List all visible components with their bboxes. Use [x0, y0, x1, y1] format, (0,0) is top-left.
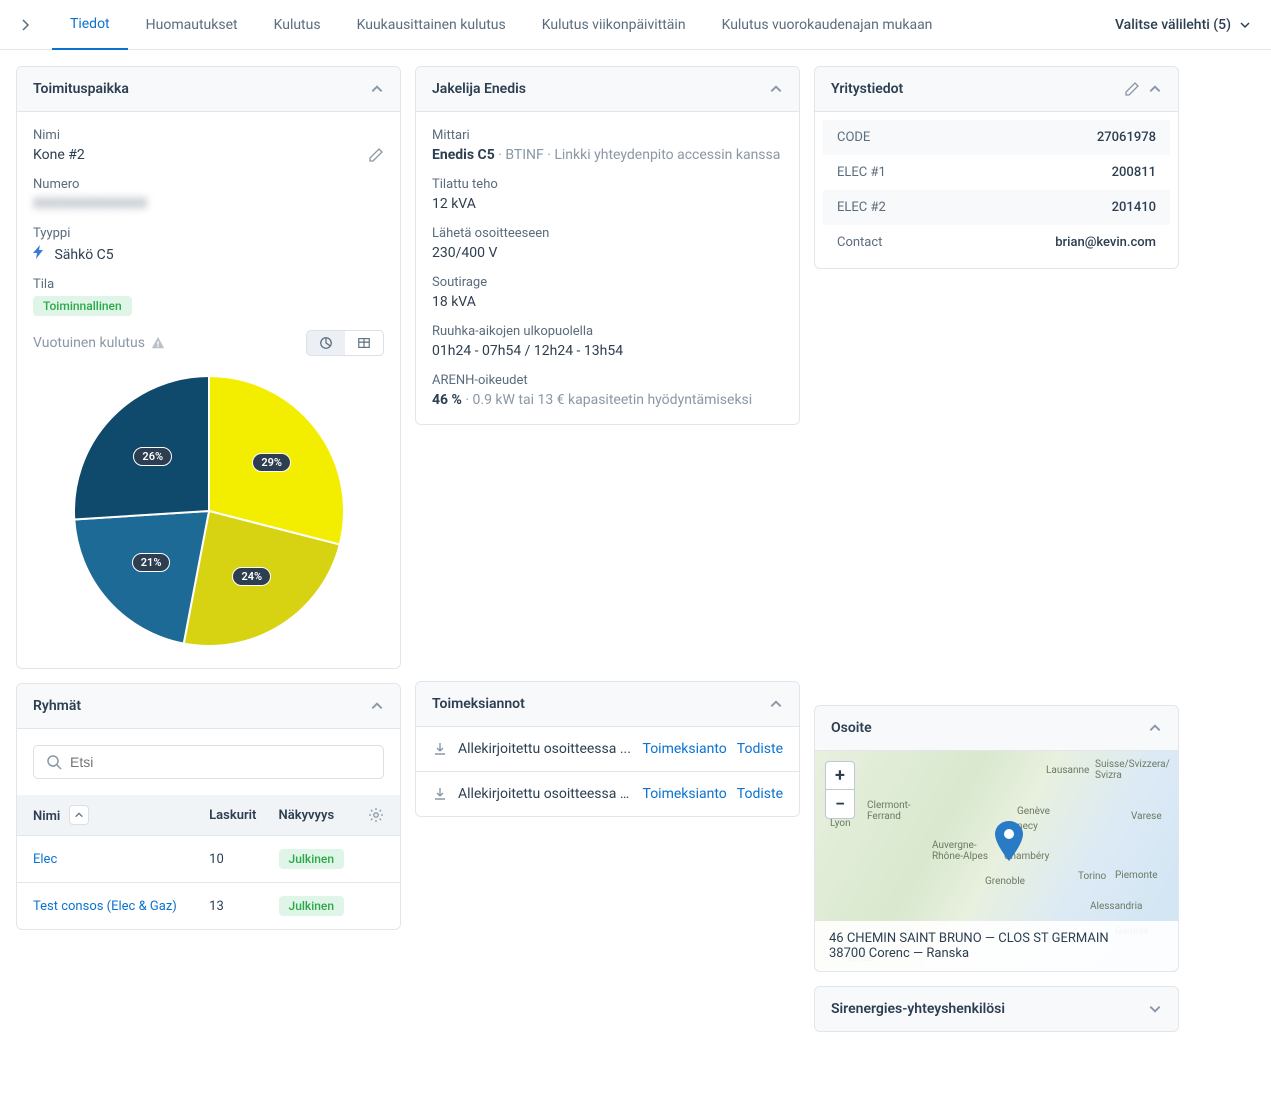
delivery-card: Toimituspaikka Nimi Kone #2 Numero XXXXX…: [16, 66, 401, 669]
visibility-badge: Julkinen: [279, 896, 345, 916]
delivery-card-title: Toimituspaikka: [33, 81, 362, 97]
mandate-row: Allekirjoitettu osoitteessa 3... Toimeks…: [416, 771, 799, 816]
arenh-label: ARENH-oikeudet: [432, 373, 783, 388]
table-settings-icon[interactable]: [368, 807, 384, 823]
annual-pie-chart: 29% 24% 21% 26%: [33, 356, 384, 652]
contact-card: Sirenergies-yhteyshenkilösi: [814, 986, 1179, 1032]
company-row: CODE27061978: [823, 120, 1170, 155]
power-label: Tilattu teho: [432, 177, 783, 192]
distributor-card: Jakelija Enedis Mittari Enedis C5 · BTIN…: [415, 66, 800, 425]
table-row: Test consos (Elec & Gaz) 13 Julkinen: [17, 883, 400, 930]
collapse-icon[interactable]: [370, 699, 384, 713]
tab-kuukausittainen[interactable]: Kuukausittainen kulutus: [339, 0, 524, 50]
tab-selector-dropdown[interactable]: Valitse välilehti (5): [1115, 17, 1251, 33]
address-card: Osoite Lausanne Suisse/Svizzera/ Svizra …: [814, 705, 1179, 972]
groups-search[interactable]: [33, 745, 384, 779]
annual-label: Vuotuinen kulutus: [33, 335, 145, 351]
number-value: XXXXXXXXXXXXX: [33, 196, 384, 212]
visibility-badge: Julkinen: [279, 849, 345, 869]
chevron-down-icon: [1239, 19, 1251, 31]
map-zoom-in[interactable]: +: [826, 762, 854, 790]
type-label: Tyyppi: [33, 226, 384, 241]
name-label: Nimi: [33, 128, 384, 143]
number-label: Numero: [33, 177, 384, 192]
address-map[interactable]: Lausanne Suisse/Svizzera/ Svizra Annecy …: [815, 751, 1178, 971]
groups-table: Nimi Laskurit Näkyvyys Elec 10 Julkinen …: [17, 795, 400, 929]
sort-name-button[interactable]: [69, 805, 89, 825]
meter-label: Mittari: [432, 128, 783, 143]
map-pin-icon: [995, 821, 1023, 861]
name-value: Kone #2: [33, 147, 85, 163]
company-row: Contactbrian@kevin.com: [823, 225, 1170, 260]
collapse-icon[interactable]: [1148, 721, 1162, 735]
company-card-title: Yritystiedot: [831, 81, 1116, 97]
col-name: Nimi: [33, 809, 60, 824]
proof-link[interactable]: Todiste: [737, 741, 783, 757]
company-card: Yritystiedot CODE27061978ELEC #1200811EL…: [814, 66, 1179, 269]
tab-viikonpaivittain[interactable]: Kulutus viikonpäivittäin: [524, 0, 704, 50]
send-value: 230/400 V: [432, 245, 783, 261]
map-zoom-controls: + −: [825, 761, 855, 819]
status-badge: Toiminnallinen: [33, 296, 132, 316]
mandate-row: Allekirjoitettu osoitteessa ... Toimeksi…: [416, 727, 799, 771]
tab-vuorokaudenajan[interactable]: Kulutus vuorokaudenajan mukaan: [704, 0, 951, 50]
soutirage-label: Soutirage: [432, 275, 783, 290]
map-zoom-out[interactable]: −: [826, 790, 854, 818]
group-link[interactable]: Test consos (Elec & Gaz): [33, 899, 177, 914]
power-value: 12 kVA: [432, 196, 783, 212]
tab-selector-label: Valitse välilehti (5): [1115, 17, 1231, 33]
groups-card-title: Ryhmät: [33, 698, 362, 714]
collapse-icon[interactable]: [1148, 82, 1162, 96]
tab-kulutus[interactable]: Kulutus: [256, 0, 339, 50]
mandates-card: Toimeksiannot Allekirjoitettu osoitteess…: [415, 681, 800, 817]
collapse-icon[interactable]: [370, 82, 384, 96]
tab-huomautukset[interactable]: Huomautukset: [128, 0, 256, 50]
status-label: Tila: [33, 277, 384, 292]
warning-icon: [151, 336, 165, 350]
soutirage-value: 18 kVA: [432, 294, 783, 310]
mandates-card-title: Toimeksiannot: [432, 696, 761, 712]
bolt-icon: [33, 247, 48, 263]
offpeak-label: Ruuhka-aikojen ulkopuolella: [432, 324, 783, 339]
tab-tiedot[interactable]: Tiedot: [52, 0, 128, 50]
download-icon[interactable]: [432, 741, 448, 757]
tabs-scroll-right-icon[interactable]: [20, 19, 32, 31]
group-link[interactable]: Elec: [33, 852, 57, 867]
table-view-button[interactable]: [345, 331, 383, 355]
chart-view-toggle: [306, 330, 384, 356]
mandate-link[interactable]: Toimeksianto: [643, 786, 727, 802]
collapse-icon[interactable]: [769, 697, 783, 711]
col-counters: Laskurit: [201, 795, 270, 836]
edit-company-icon[interactable]: [1124, 81, 1140, 97]
pie-slice-label: 29%: [252, 453, 291, 472]
collapse-icon[interactable]: [769, 82, 783, 96]
pie-slice-label: 21%: [132, 553, 171, 572]
table-row: Elec 10 Julkinen: [17, 836, 400, 883]
expand-icon[interactable]: [1148, 1002, 1162, 1016]
send-label: Lähetä osoitteeseen: [432, 226, 783, 241]
map-caption: 46 CHEMIN SAINT BRUNO — CLOS ST GERMAIN …: [815, 921, 1178, 971]
type-value: Sähkö C5: [33, 245, 384, 263]
groups-card: Ryhmät Nimi: [16, 683, 401, 930]
distributor-card-title: Jakelija Enedis: [432, 81, 761, 97]
pie-slice-label: 24%: [232, 567, 271, 586]
mandate-link[interactable]: Toimeksianto: [643, 741, 727, 757]
search-icon: [46, 754, 62, 770]
company-row: ELEC #2201410: [823, 190, 1170, 225]
edit-name-icon[interactable]: [368, 147, 384, 163]
groups-search-input[interactable]: [70, 754, 371, 770]
pie-slice-label: 26%: [133, 447, 172, 466]
address-card-title: Osoite: [831, 720, 1140, 736]
arenh-value: 46 % · 0.9 kW tai 13 € kapasiteetin hyöd…: [432, 392, 783, 408]
col-visibility: Näkyvyys: [271, 795, 360, 836]
company-row: ELEC #1200811: [823, 155, 1170, 190]
pie-view-button[interactable]: [307, 331, 345, 355]
proof-link[interactable]: Todiste: [737, 786, 783, 802]
meter-value: Enedis C5 · BTINF · Linkki yhteydenpito …: [432, 147, 783, 163]
download-icon[interactable]: [432, 786, 448, 802]
contact-card-title: Sirenergies-yhteyshenkilösi: [831, 1001, 1140, 1017]
tabs-bar: Tiedot Huomautukset Kulutus Kuukausittai…: [0, 0, 1271, 50]
offpeak-value: 01h24 - 07h54 / 12h24 - 13h54: [432, 343, 783, 359]
